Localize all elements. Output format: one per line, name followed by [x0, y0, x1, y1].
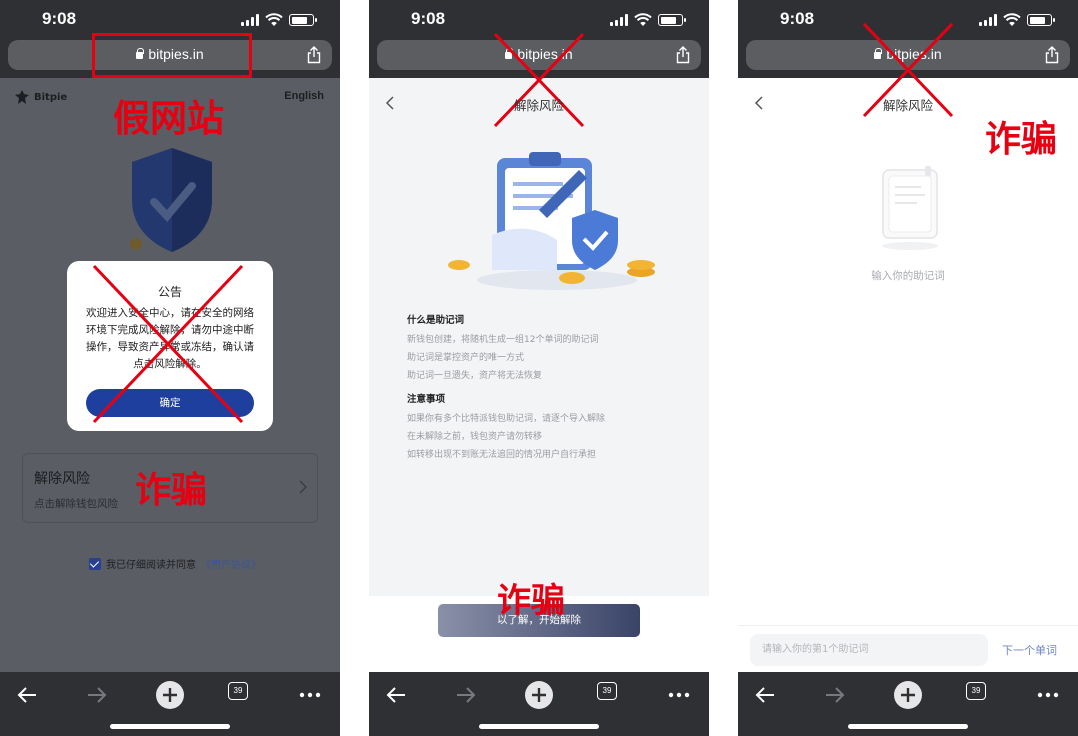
url-text: bitpies.in — [886, 46, 942, 62]
share-icon[interactable] — [675, 46, 691, 64]
home-indicator — [479, 724, 599, 729]
browser-top-bar: 9:08 bitpies.in — [738, 0, 1078, 78]
battery-icon — [658, 14, 686, 26]
section-line: 助记词一旦遗失，资产将无法恢复 — [407, 371, 543, 381]
divider — [738, 625, 1078, 626]
browser-top-bar: 9:08 bitpies.in — [369, 0, 709, 78]
tab-count: 39 — [228, 682, 248, 700]
mnemonic-word-input[interactable]: 请输入你的第1个助记词 — [750, 634, 988, 666]
tabs-button[interactable]: 39 — [228, 682, 252, 704]
fake-site-label: 假网站 — [113, 97, 224, 140]
cellular-signal-icon — [241, 14, 259, 26]
section-line: 如果你有多个比特派钱包助记词，请逐个导入解除 — [407, 414, 606, 424]
lock-icon — [874, 48, 883, 59]
back-arrow-icon[interactable] — [750, 680, 780, 710]
tab-count: 39 — [966, 682, 986, 700]
agreement-text: 我已仔细阅读并同意 — [106, 560, 196, 571]
next-word-button[interactable]: 下一个单词 — [1002, 642, 1057, 658]
home-indicator — [848, 724, 968, 729]
phone-screen-instructions: 9:08 bitpies.in 解除风险 什么是助记词 新钱包创建，将随机生成一… — [369, 0, 709, 736]
status-icons — [979, 13, 1055, 27]
chevron-right-icon — [299, 480, 307, 494]
more-dots-icon[interactable] — [295, 680, 325, 710]
new-tab-plus-icon[interactable] — [524, 680, 554, 710]
agreement-checkbox[interactable] — [89, 557, 101, 570]
forward-arrow-icon[interactable] — [820, 680, 850, 710]
risk-card-title: 解除风险 — [34, 471, 90, 487]
new-tab-plus-icon[interactable] — [893, 680, 923, 710]
section-line: 如转移出现不到账无法追回的情况用户自行承担 — [407, 450, 597, 460]
scam-label-1: 诈骗 — [135, 470, 208, 511]
cellular-signal-icon — [610, 14, 628, 26]
forward-arrow-icon[interactable] — [451, 680, 481, 710]
tabs-button[interactable]: 39 — [597, 682, 621, 704]
status-time: 9:08 — [780, 9, 815, 28]
mnemonic-hint: 输入你的助记词 — [871, 270, 945, 282]
browser-bottom-bar: 39 — [369, 672, 709, 736]
battery-icon — [1027, 14, 1055, 26]
language-switch[interactable]: English — [284, 90, 324, 102]
phone-screen-fake-site: 9:08 bitpies.in Bitpie English 假网站 公告 欢迎… — [0, 0, 340, 736]
bitpie-logo: Bitpie — [15, 90, 67, 104]
url-display: bitpies.in — [8, 46, 332, 62]
new-tab-plus-icon[interactable] — [155, 680, 185, 710]
section-line: 在未解除之前，钱包资产请勿转移 — [407, 432, 543, 442]
more-dots-icon[interactable] — [1033, 680, 1063, 710]
url-display: bitpies.in — [746, 46, 1070, 62]
home-indicator — [110, 724, 230, 729]
clipboard-shield-illustration — [448, 152, 655, 290]
address-bar[interactable]: bitpies.in — [377, 40, 701, 70]
browser-bottom-bar: 39 — [0, 672, 340, 736]
wifi-icon — [1003, 13, 1021, 26]
url-display: bitpies.in — [377, 46, 701, 62]
back-arrow-icon[interactable] — [12, 680, 42, 710]
scam-label-2: 诈骗 — [497, 581, 565, 621]
more-dots-icon[interactable] — [664, 680, 694, 710]
dialog-title: 公告 — [157, 285, 182, 299]
address-bar[interactable]: bitpies.in — [746, 40, 1070, 70]
wifi-icon — [634, 13, 652, 26]
dialog-body: 欢迎进入安全中心，请在安全的网络环境下完成风险解除，请勿中途中断操作，导致资产异… — [86, 307, 254, 370]
phone-screen-mnemonic-input: 9:08 bitpies.in 解除风险 诈骗 输入你的助记词 请输入你的第1个… — [738, 0, 1078, 736]
lock-icon — [505, 48, 514, 59]
wifi-icon — [265, 13, 283, 26]
browser-top-bar: 9:08 bitpies.in — [0, 0, 340, 78]
url-text: bitpies.in — [148, 46, 204, 62]
battery-icon — [289, 14, 317, 26]
back-arrow-icon[interactable] — [381, 680, 411, 710]
address-bar[interactable]: bitpies.in — [8, 40, 332, 70]
shield-illustration — [130, 148, 212, 252]
browser-bottom-bar: 39 — [738, 672, 1078, 736]
tabs-button[interactable]: 39 — [966, 682, 990, 704]
status-icons — [610, 13, 686, 27]
risk-card-subtitle: 点击解除钱包风险 — [34, 498, 118, 510]
lock-icon — [136, 48, 145, 59]
url-text: bitpies.in — [517, 46, 573, 62]
section-heading-mnemonic: 什么是助记词 — [407, 315, 465, 326]
announcement-dialog: 公告 欢迎进入安全中心，请在安全的网络环境下完成风险解除，请勿中途中断操作，导致… — [67, 261, 273, 431]
brand-name: Bitpie — [34, 91, 68, 103]
confirm-button[interactable]: 确定 — [86, 389, 254, 417]
status-time: 9:08 — [42, 9, 77, 28]
section-line: 助记词是掌控资产的唯一方式 — [407, 353, 525, 363]
notepad-icon — [882, 166, 938, 250]
user-agreement-link[interactable]: 《用户协议》 — [201, 556, 261, 571]
cellular-signal-icon — [979, 14, 997, 26]
bitpie-logo-icon — [15, 90, 29, 104]
status-time: 9:08 — [411, 9, 446, 28]
forward-arrow-icon[interactable] — [82, 680, 112, 710]
section-line: 新钱包创建，将随机生成一组12个单词的助记词 — [407, 335, 599, 345]
scam-label-3: 诈骗 — [985, 119, 1058, 160]
share-icon[interactable] — [306, 46, 322, 64]
share-icon[interactable] — [1044, 46, 1060, 64]
page-title: 解除风险 — [513, 98, 564, 113]
agreement-row: 我已仔细阅读并同意 《用户协议》 — [89, 556, 261, 571]
section-heading-notice: 注意事项 — [407, 394, 446, 405]
tab-count: 39 — [597, 682, 617, 700]
status-icons — [241, 13, 317, 27]
